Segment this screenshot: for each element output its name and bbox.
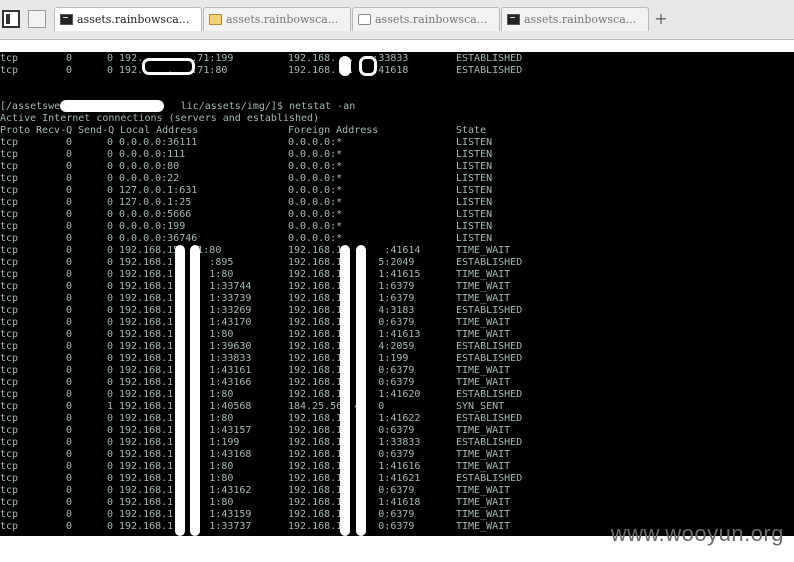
- tab-sftp[interactable]: assets.rainbowsca...: [203, 7, 351, 31]
- terminal-line: tcp 0 0 192. . .71:80 192.168. . :41618 …: [0, 65, 523, 76]
- terminal-icon: [60, 14, 73, 25]
- tab-label: assets.rainbowsca...: [77, 13, 190, 26]
- tab-terminal-2[interactable]: assets.rainbowsca...: [501, 7, 649, 31]
- netstat-info: Active Internet connections (servers and…: [0, 113, 320, 124]
- redaction-mark: [356, 245, 366, 536]
- tab-label: assets.rainbowsca...: [524, 13, 637, 26]
- tab-bar: assets.rainbowsca... assets.rainbowsca..…: [0, 0, 794, 40]
- tab-label: assets.rainbowsca...: [375, 13, 488, 26]
- tab-page[interactable]: assets.rainbowsca...: [352, 7, 500, 31]
- tab-terminal-1[interactable]: assets.rainbowsca...: [54, 7, 202, 31]
- terminal-line: tcp 0 0 192. . .71:199 192.168. . :33833…: [0, 53, 523, 64]
- new-tab-button[interactable]: +: [654, 9, 668, 28]
- redaction-mark: [142, 58, 195, 75]
- redaction-mark: [339, 56, 351, 76]
- redaction-mark: [190, 245, 200, 536]
- tab-grid-icon[interactable]: [28, 10, 46, 28]
- netstat-header: Proto Recv-Q Send-Q Local Address Foreig…: [0, 125, 487, 136]
- tab-label: assets.rainbowsca...: [226, 13, 339, 26]
- terminal-output[interactable]: tcp 0 0 192. . .71:199 192.168. . :33833…: [0, 52, 794, 536]
- panel-toggle-icon[interactable]: [2, 10, 20, 28]
- page-icon: [358, 14, 371, 25]
- terminal-icon: [507, 14, 520, 25]
- redaction-mark: [340, 245, 350, 536]
- shell-prompt: [/assetswe lic/assets/img/]$ netstat -an: [0, 101, 356, 112]
- folder-icon: [209, 14, 222, 25]
- watermark: www.wooyun.org: [610, 521, 784, 546]
- redaction-mark: [60, 100, 164, 112]
- redaction-mark: [175, 245, 185, 536]
- redaction-mark: [359, 56, 377, 76]
